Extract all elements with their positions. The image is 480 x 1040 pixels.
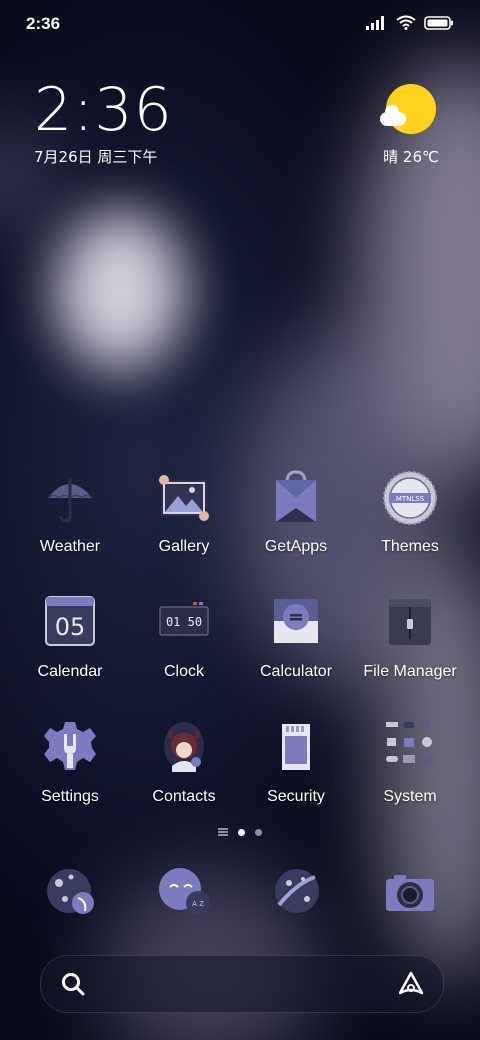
calculator-icon bbox=[274, 599, 318, 643]
app-system-folder[interactable]: System bbox=[350, 718, 470, 806]
widget-time: 2:36 bbox=[34, 75, 173, 145]
app-file-manager[interactable]: File Manager bbox=[350, 593, 470, 681]
page-dot[interactable] bbox=[255, 828, 262, 836]
cloud-icon bbox=[380, 105, 406, 126]
app-label: System bbox=[383, 788, 437, 805]
status-time: 2:36 bbox=[26, 14, 61, 33]
app-clock[interactable]: 01 50 Clock bbox=[124, 593, 244, 681]
search-icon[interactable] bbox=[59, 970, 87, 998]
themes-badge-text: MTNLSS bbox=[396, 495, 425, 503]
app-settings[interactable]: Settings bbox=[10, 718, 130, 806]
svg-text:A Z: A Z bbox=[192, 900, 204, 908]
page-dot-active[interactable] bbox=[238, 828, 245, 836]
app-label: Themes bbox=[381, 538, 439, 555]
weather-text: 晴 26℃ bbox=[383, 148, 439, 166]
system-folder-icon bbox=[386, 721, 432, 764]
app-label: Gallery bbox=[158, 538, 210, 555]
umbrella-icon bbox=[47, 478, 93, 523]
app-drawer-lines-icon bbox=[218, 828, 228, 836]
camera-icon[interactable] bbox=[380, 863, 440, 923]
shopping-bag-icon bbox=[276, 470, 316, 522]
app-contacts[interactable]: Contacts bbox=[124, 718, 244, 806]
browser-icon[interactable] bbox=[267, 863, 327, 923]
assistant-icon[interactable] bbox=[397, 970, 425, 998]
app-weather[interactable]: Weather bbox=[10, 468, 130, 556]
wifi-icon bbox=[396, 15, 416, 30]
app-label: File Manager bbox=[363, 663, 457, 680]
dock-planet-app-icon[interactable] bbox=[41, 863, 101, 923]
folder-icon bbox=[389, 599, 431, 645]
app-label: Calculator bbox=[259, 663, 333, 680]
widget-date: 7月26日 周三下午 bbox=[34, 148, 158, 166]
app-label: Settings bbox=[41, 788, 99, 805]
settings-gear-icon bbox=[44, 722, 96, 770]
battery-icon bbox=[424, 15, 453, 30]
calendar-day: 05 bbox=[55, 613, 86, 641]
signal-icon bbox=[366, 15, 384, 30]
app-calendar[interactable]: 05 Calendar bbox=[10, 593, 130, 681]
clock-widget[interactable]: 2:36 7月26日 周三下午 bbox=[34, 78, 173, 167]
themes-badge-icon: MTNLSS bbox=[383, 471, 437, 525]
messaging-icon[interactable]: A Z bbox=[154, 863, 214, 923]
app-themes[interactable]: MTNLSS Themes bbox=[350, 468, 470, 556]
app-calculator[interactable]: Calculator bbox=[236, 593, 356, 681]
clock-display: 01 50 bbox=[166, 615, 202, 629]
gallery-icon bbox=[159, 475, 209, 521]
sd-card-icon bbox=[282, 724, 310, 770]
page-indicator[interactable] bbox=[0, 828, 480, 836]
app-label: Contacts bbox=[152, 788, 216, 805]
app-label: GetApps bbox=[264, 538, 328, 555]
app-label: Clock bbox=[163, 663, 204, 680]
clock-icon: 01 50 bbox=[159, 602, 209, 636]
app-label: Weather bbox=[39, 538, 101, 555]
app-label: Calendar bbox=[37, 663, 103, 680]
app-getapps[interactable]: GetApps bbox=[236, 468, 356, 556]
app-label: Security bbox=[267, 788, 325, 805]
app-gallery[interactable]: Gallery bbox=[124, 468, 244, 556]
search-bar[interactable] bbox=[40, 955, 444, 1013]
contacts-avatar-icon bbox=[164, 722, 204, 772]
app-security[interactable]: Security bbox=[236, 718, 356, 806]
calendar-icon: 05 bbox=[45, 596, 95, 646]
status-bar: 2:36 bbox=[0, 0, 480, 52]
